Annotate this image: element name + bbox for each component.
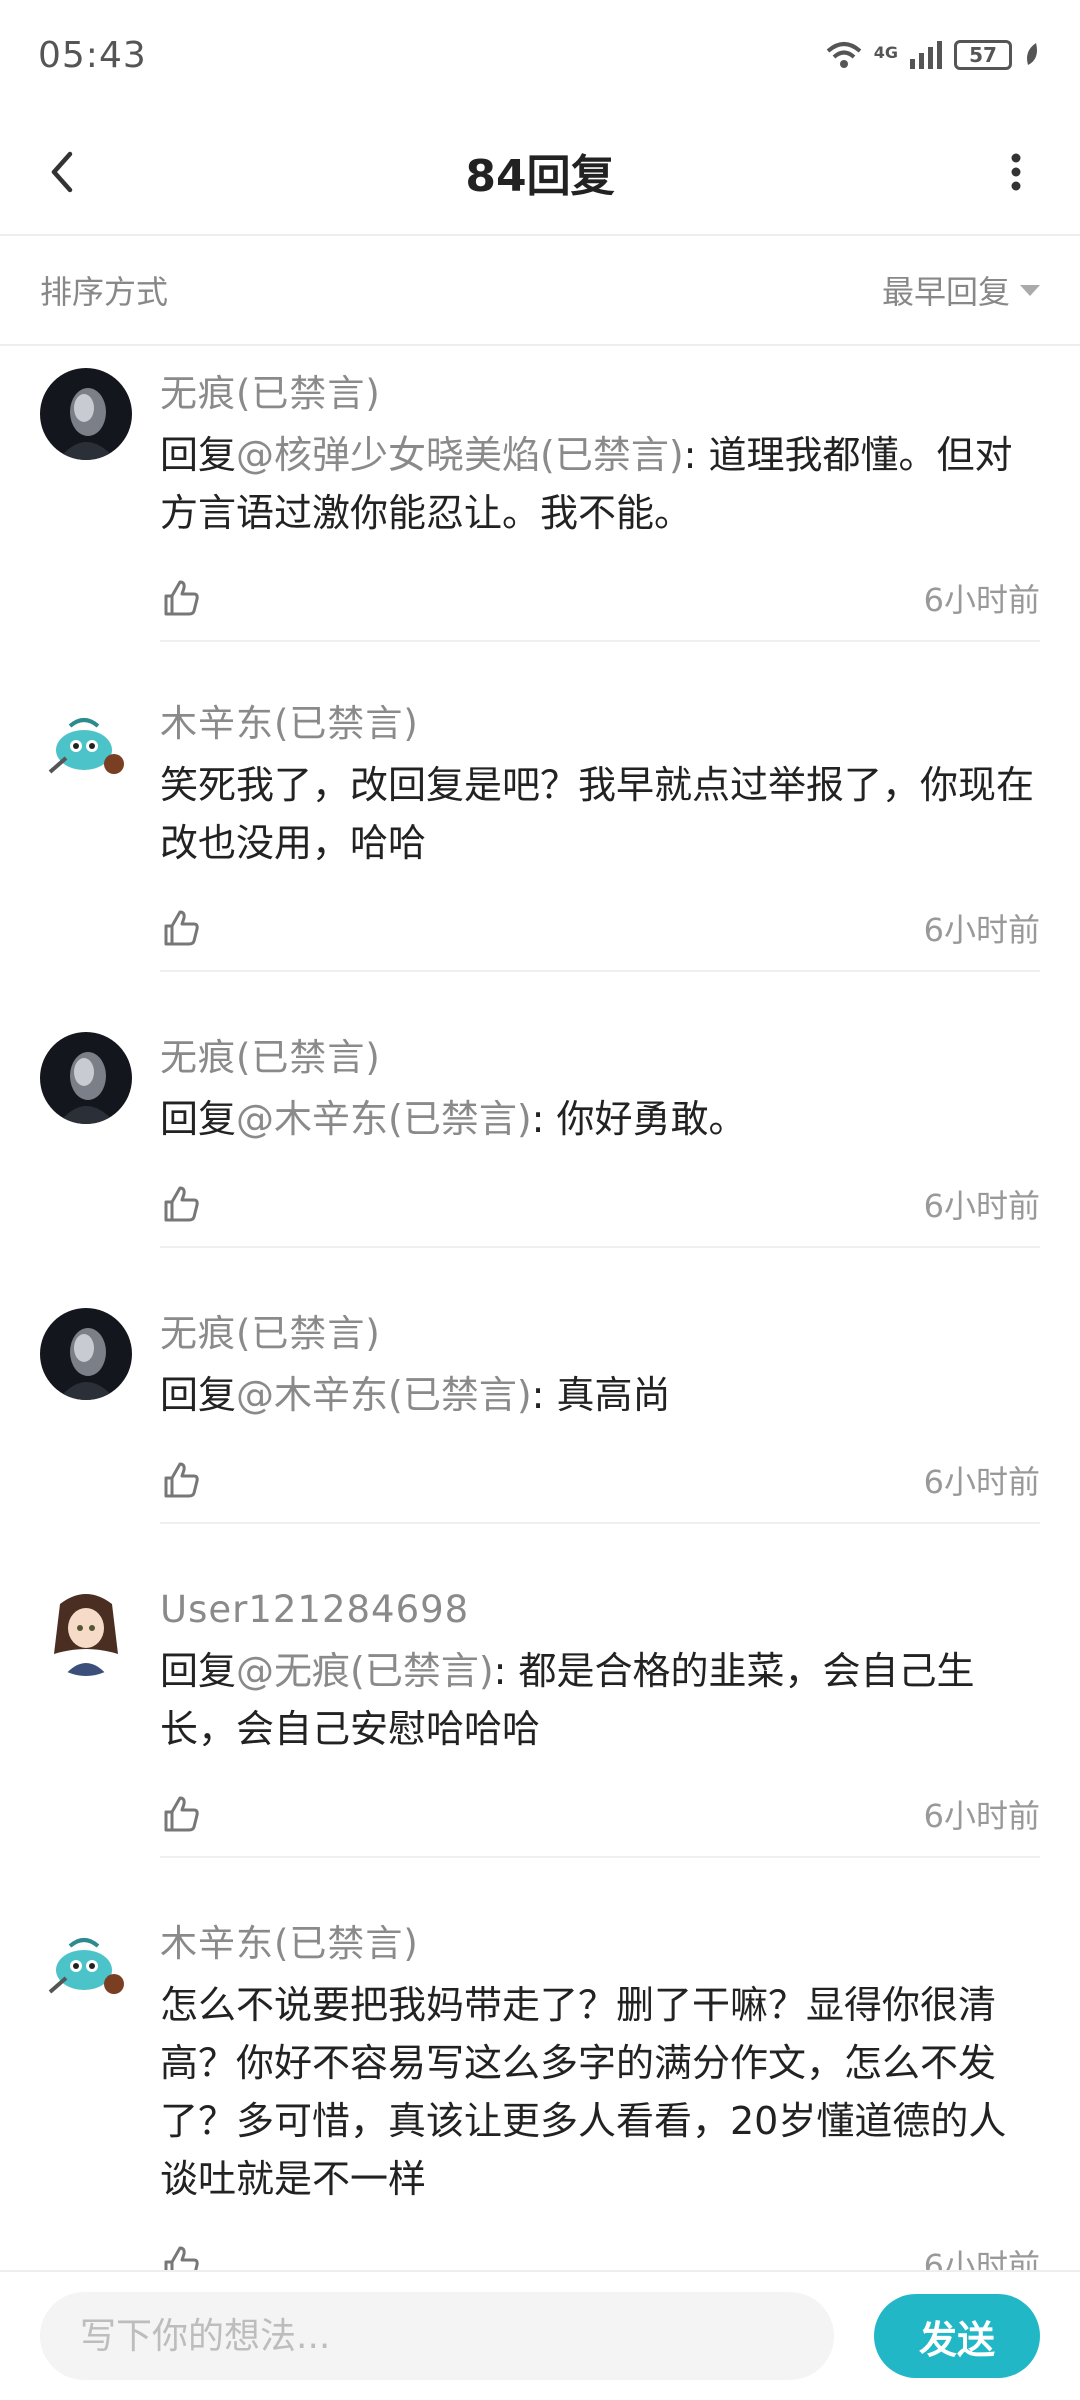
status-icons: 4G 57 — [824, 39, 1042, 71]
send-button[interactable]: 发送 — [874, 2294, 1040, 2378]
more-vertical-icon — [1011, 153, 1021, 191]
reply-footer: 6小时前 — [160, 1438, 1040, 1524]
reply-item: 木辛东(已禁言) 怎么不说要把我妈带走了？删了干嘛？显得你很清高？你好不容易写这… — [0, 1898, 1080, 2270]
reply-time: 6小时前 — [923, 2247, 1040, 2270]
avatar[interactable] — [40, 1918, 132, 2010]
sort-bar: 排序方式 最早回复 — [0, 236, 1080, 346]
reply-author[interactable]: 无痕(已禁言) — [160, 366, 1040, 422]
status-time: 05:43 — [38, 34, 147, 76]
reply-mention[interactable]: @木辛东(已禁言) — [236, 1373, 532, 1417]
reply-mention[interactable]: @木辛东(已禁言) — [236, 1097, 532, 1141]
reply-time: 6小时前 — [923, 1463, 1040, 1501]
avatar[interactable] — [40, 368, 132, 460]
reply-content: 回复@无痕(已禁言): 都是合格的韭菜，会自己生长，会自己安慰哈哈哈 — [160, 1642, 1040, 1758]
reply-author[interactable]: 无痕(已禁言) — [160, 1030, 1040, 1086]
reply-content: 回复@核弹少女晓美焰(已禁言): 道理我都懂。但对方言语过激你能忍让。我不能。 — [160, 426, 1040, 542]
reply-text: : 你好勇敢。 — [531, 1097, 747, 1141]
reply-footer: 6小时前 — [160, 1162, 1040, 1248]
thumbs-up-icon[interactable] — [160, 1182, 204, 1226]
thumbs-up-icon[interactable] — [160, 576, 204, 620]
reply-item: 无痕(已禁言) 回复@木辛东(已禁言): 真高尚 6小时前 — [0, 1288, 1080, 1564]
reply-prefix: 回复 — [160, 433, 237, 477]
reply-time: 6小时前 — [923, 911, 1040, 949]
caret-down-icon — [1020, 284, 1040, 296]
reply-content: 怎么不说要把我妈带走了？删了干嘛？显得你很清高？你好不容易写这么多字的满分作文，… — [160, 1976, 1040, 2208]
reply-prefix: 回复 — [160, 1373, 237, 1417]
reply-time: 6小时前 — [923, 1797, 1040, 1835]
reply-item: 木辛东(已禁言) 笑死我了，改回复是吧？我早就点过举报了，你现在改也没用，哈哈 … — [0, 678, 1080, 1012]
reply-item: 无痕(已禁言) 回复@木辛东(已禁言): 你好勇敢。 6小时前 — [0, 1012, 1080, 1288]
leaf-icon — [1027, 43, 1037, 65]
nav-bar: 84回复 — [0, 110, 1080, 236]
status-bar: 05:43 4G 57 — [0, 0, 1080, 110]
more-button[interactable] — [986, 142, 1046, 202]
avatar[interactable] — [40, 1584, 132, 1676]
reply-content: 回复@木辛东(已禁言): 你好勇敢。 — [160, 1090, 1040, 1148]
reply-footer: 6小时前 — [160, 886, 1040, 972]
avatar[interactable] — [40, 1308, 132, 1400]
thumbs-up-icon[interactable] — [160, 906, 204, 950]
thumbs-up-icon[interactable] — [160, 1792, 204, 1836]
reply-author[interactable]: User121284698 — [160, 1582, 1040, 1638]
reply-footer: 6小时前 — [160, 556, 1040, 642]
reply-content: 回复@木辛东(已禁言): 真高尚 — [160, 1366, 1040, 1424]
thumbs-up-icon[interactable] — [160, 2242, 204, 2270]
chevron-left-icon — [51, 151, 73, 193]
reply-author[interactable]: 木辛东(已禁言) — [160, 696, 1040, 752]
avatar[interactable] — [40, 698, 132, 790]
page-title: 84回复 — [465, 151, 615, 202]
reply-prefix: 回复 — [160, 1649, 237, 1693]
reply-time: 6小时前 — [923, 581, 1040, 619]
reply-content: 笑死我了，改回复是吧？我早就点过举报了，你现在改也没用，哈哈 — [160, 756, 1040, 872]
sort-label: 排序方式 — [40, 273, 169, 311]
signal-icon — [910, 41, 942, 69]
avatar[interactable] — [40, 1032, 132, 1124]
sort-selected: 最早回复 — [881, 273, 1010, 311]
reply-list[interactable]: 无痕(已禁言) 回复@核弹少女晓美焰(已禁言): 道理我都懂。但对方言语过激你能… — [0, 348, 1080, 2270]
reply-item: User121284698 回复@无痕(已禁言): 都是合格的韭菜，会自己生长，… — [0, 1564, 1080, 1898]
reply-text: 笑死我了，改回复是吧？我早就点过举报了，你现在改也没用，哈哈 — [160, 763, 1035, 865]
reply-footer: 6小时前 — [160, 1772, 1040, 1858]
thumbs-up-icon[interactable] — [160, 1458, 204, 1502]
reply-mention[interactable]: @核弹少女晓美焰(已禁言) — [236, 433, 684, 477]
network-type: 4G — [873, 43, 898, 62]
comment-composer: 发送 — [0, 2270, 1080, 2400]
reply-text: 怎么不说要把我妈带走了？删了干嘛？显得你很清高？你好不容易写这么多字的满分作文，… — [160, 1983, 1007, 2201]
back-button[interactable] — [34, 142, 94, 202]
reply-author[interactable]: 无痕(已禁言) — [160, 1306, 1040, 1362]
reply-author[interactable]: 木辛东(已禁言) — [160, 1916, 1040, 1972]
reply-time: 6小时前 — [923, 1187, 1040, 1225]
battery-icon: 57 — [954, 40, 1012, 70]
reply-text: : 真高尚 — [531, 1373, 671, 1417]
wifi-icon — [826, 42, 862, 68]
comment-input[interactable] — [40, 2292, 834, 2380]
reply-mention[interactable]: @无痕(已禁言) — [236, 1649, 494, 1693]
sort-dropdown[interactable]: 最早回复 — [882, 267, 1040, 313]
reply-item: 无痕(已禁言) 回复@核弹少女晓美焰(已禁言): 道理我都懂。但对方言语过激你能… — [0, 348, 1080, 678]
reply-footer: 6小时前 — [160, 2222, 1040, 2270]
reply-prefix: 回复 — [160, 1097, 237, 1141]
